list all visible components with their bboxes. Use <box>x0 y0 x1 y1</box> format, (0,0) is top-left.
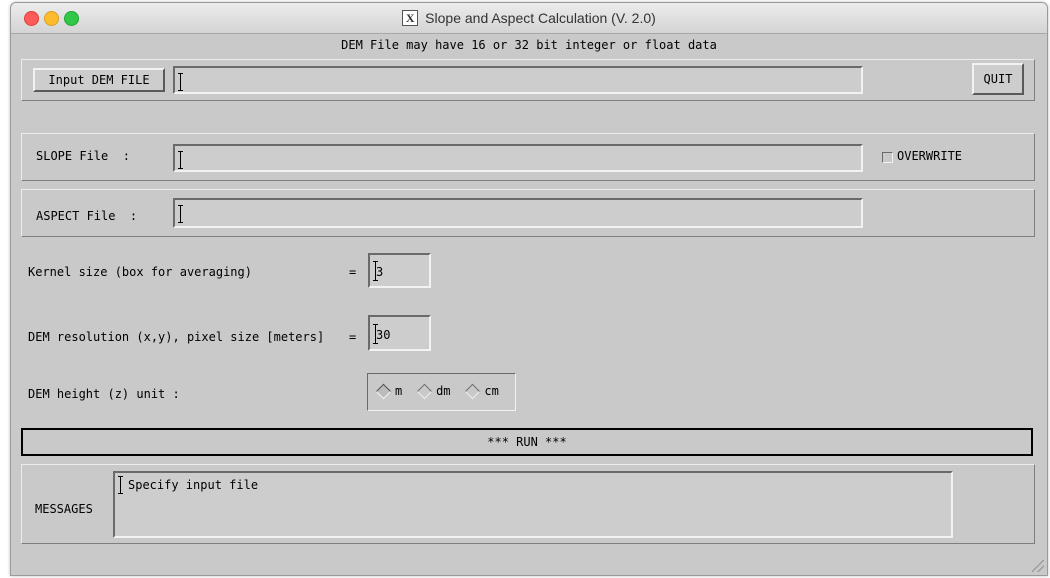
slope-file-field[interactable] <box>173 144 863 172</box>
app-window: X Slope and Aspect Calculation (V. 2.0) … <box>10 2 1048 576</box>
input-dem-file-field[interactable] <box>173 66 863 94</box>
unit-option-dm-label: dm <box>436 384 451 398</box>
slope-file-frame: SLOPE File : OVERWRITE <box>21 133 1035 181</box>
title-wrap: X Slope and Aspect Calculation (V. 2.0) <box>11 3 1047 33</box>
unit-option-cm[interactable]: cm <box>465 383 499 400</box>
window-title: Slope and Aspect Calculation (V. 2.0) <box>425 10 656 26</box>
messages-area[interactable]: Specify input file <box>113 471 953 538</box>
x11-icon: X <box>402 10 419 26</box>
height-unit-label: DEM height (z) unit : <box>28 387 180 401</box>
input-dem-frame: Input DEM FILE QUIT <box>21 59 1035 101</box>
messages-frame: MESSAGES Specify input file <box>21 464 1035 544</box>
overwrite-checkbox[interactable] <box>882 152 893 163</box>
title-bar[interactable]: X Slope and Aspect Calculation (V. 2.0) <box>11 3 1047 34</box>
radio-icon <box>416 383 433 400</box>
height-unit-radio-group: m dm cm <box>367 373 516 411</box>
overwrite-label: OVERWRITE <box>897 149 963 163</box>
aspect-file-field[interactable] <box>173 198 863 228</box>
kernel-equals: = <box>349 265 357 279</box>
unit-option-dm[interactable]: dm <box>416 383 451 400</box>
aspect-file-label: ASPECT File : <box>36 209 138 223</box>
kernel-size-value: 3 <box>376 265 384 279</box>
quit-button[interactable]: QUIT <box>972 63 1024 95</box>
radio-icon <box>465 383 481 400</box>
text-cursor <box>118 476 123 494</box>
messages-text: Specify input file <box>128 478 259 492</box>
slope-file-label: SLOPE File : <box>36 149 130 163</box>
height-unit-options: m dm cm <box>375 383 508 400</box>
text-cursor <box>178 151 183 169</box>
unit-option-m-label: m <box>395 384 403 398</box>
resize-grip-icon[interactable] <box>1032 560 1044 572</box>
resolution-label: DEM resolution (x,y), pixel size [meters… <box>28 330 325 344</box>
unit-option-m[interactable]: m <box>375 383 403 400</box>
aspect-file-frame: ASPECT File : <box>21 189 1035 237</box>
data-notice: DEM File may have 16 or 32 bit integer o… <box>341 38 717 52</box>
unit-option-cm-label: cm <box>484 384 499 398</box>
kernel-size-label: Kernel size (box for averaging) <box>28 265 252 279</box>
resolution-equals: = <box>349 330 357 344</box>
messages-label: MESSAGES <box>35 502 93 516</box>
text-cursor <box>178 73 183 91</box>
content-area: DEM File may have 16 or 32 bit integer o… <box>11 33 1047 575</box>
resolution-value: 30 <box>376 328 391 342</box>
radio-selected-icon <box>375 383 392 400</box>
kernel-size-field[interactable]: 3 <box>368 253 431 288</box>
input-dem-file-button[interactable]: Input DEM FILE <box>33 68 165 92</box>
resolution-field[interactable]: 30 <box>368 315 431 351</box>
run-button[interactable]: *** RUN *** <box>21 428 1033 456</box>
text-cursor <box>178 205 183 223</box>
